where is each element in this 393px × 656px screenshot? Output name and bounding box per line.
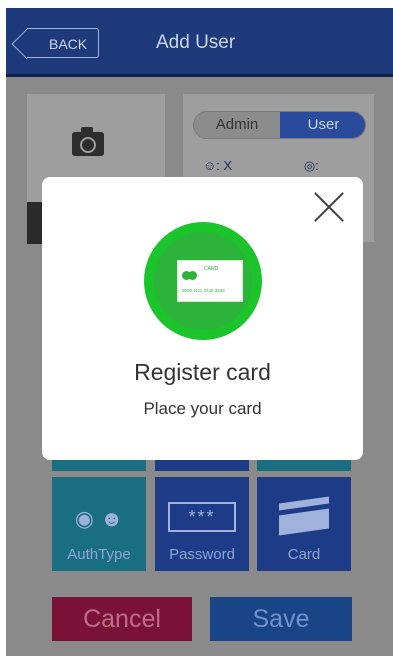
- card-logo: [182, 267, 197, 285]
- close-icon[interactable]: [313, 191, 345, 223]
- credit-card-icon: CARD 0000 1111 2222 3333: [177, 260, 243, 302]
- card-brand-label: CARD: [204, 266, 219, 272]
- card-number-label: 0000 1111 2222 3333: [182, 288, 225, 293]
- dialog-subtitle: Place your card: [143, 399, 262, 418]
- screen-frame: BACK Add User Admin User ☺: X ◎: X ◉ ☻ A…: [6, 8, 393, 656]
- dialog-title: Register card: [134, 359, 271, 385]
- register-card-dialog: CARD 0000 1111 2222 3333 Register card P…: [42, 177, 363, 460]
- card-badge-inner: CARD 0000 1111 2222 3333: [154, 232, 252, 330]
- card-badge: CARD 0000 1111 2222 3333: [144, 222, 262, 340]
